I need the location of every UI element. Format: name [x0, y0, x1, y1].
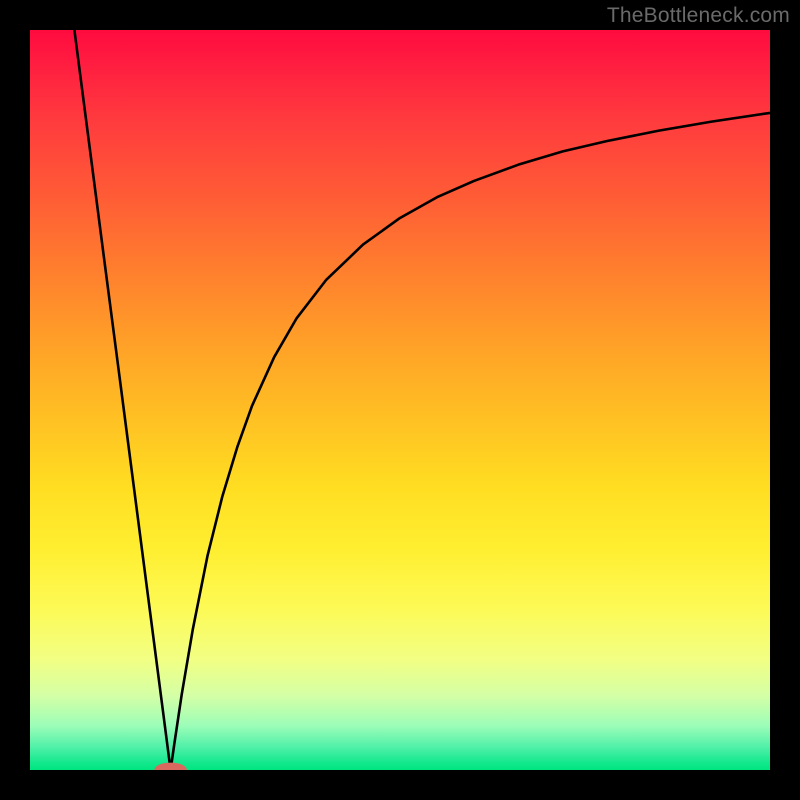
curve-right	[171, 113, 770, 770]
plot-area	[30, 30, 770, 770]
chart-frame: TheBottleneck.com	[0, 0, 800, 800]
curve-svg	[30, 30, 770, 770]
curve-left	[74, 30, 170, 770]
vertex-marker	[154, 763, 187, 770]
watermark-text: TheBottleneck.com	[607, 4, 790, 28]
